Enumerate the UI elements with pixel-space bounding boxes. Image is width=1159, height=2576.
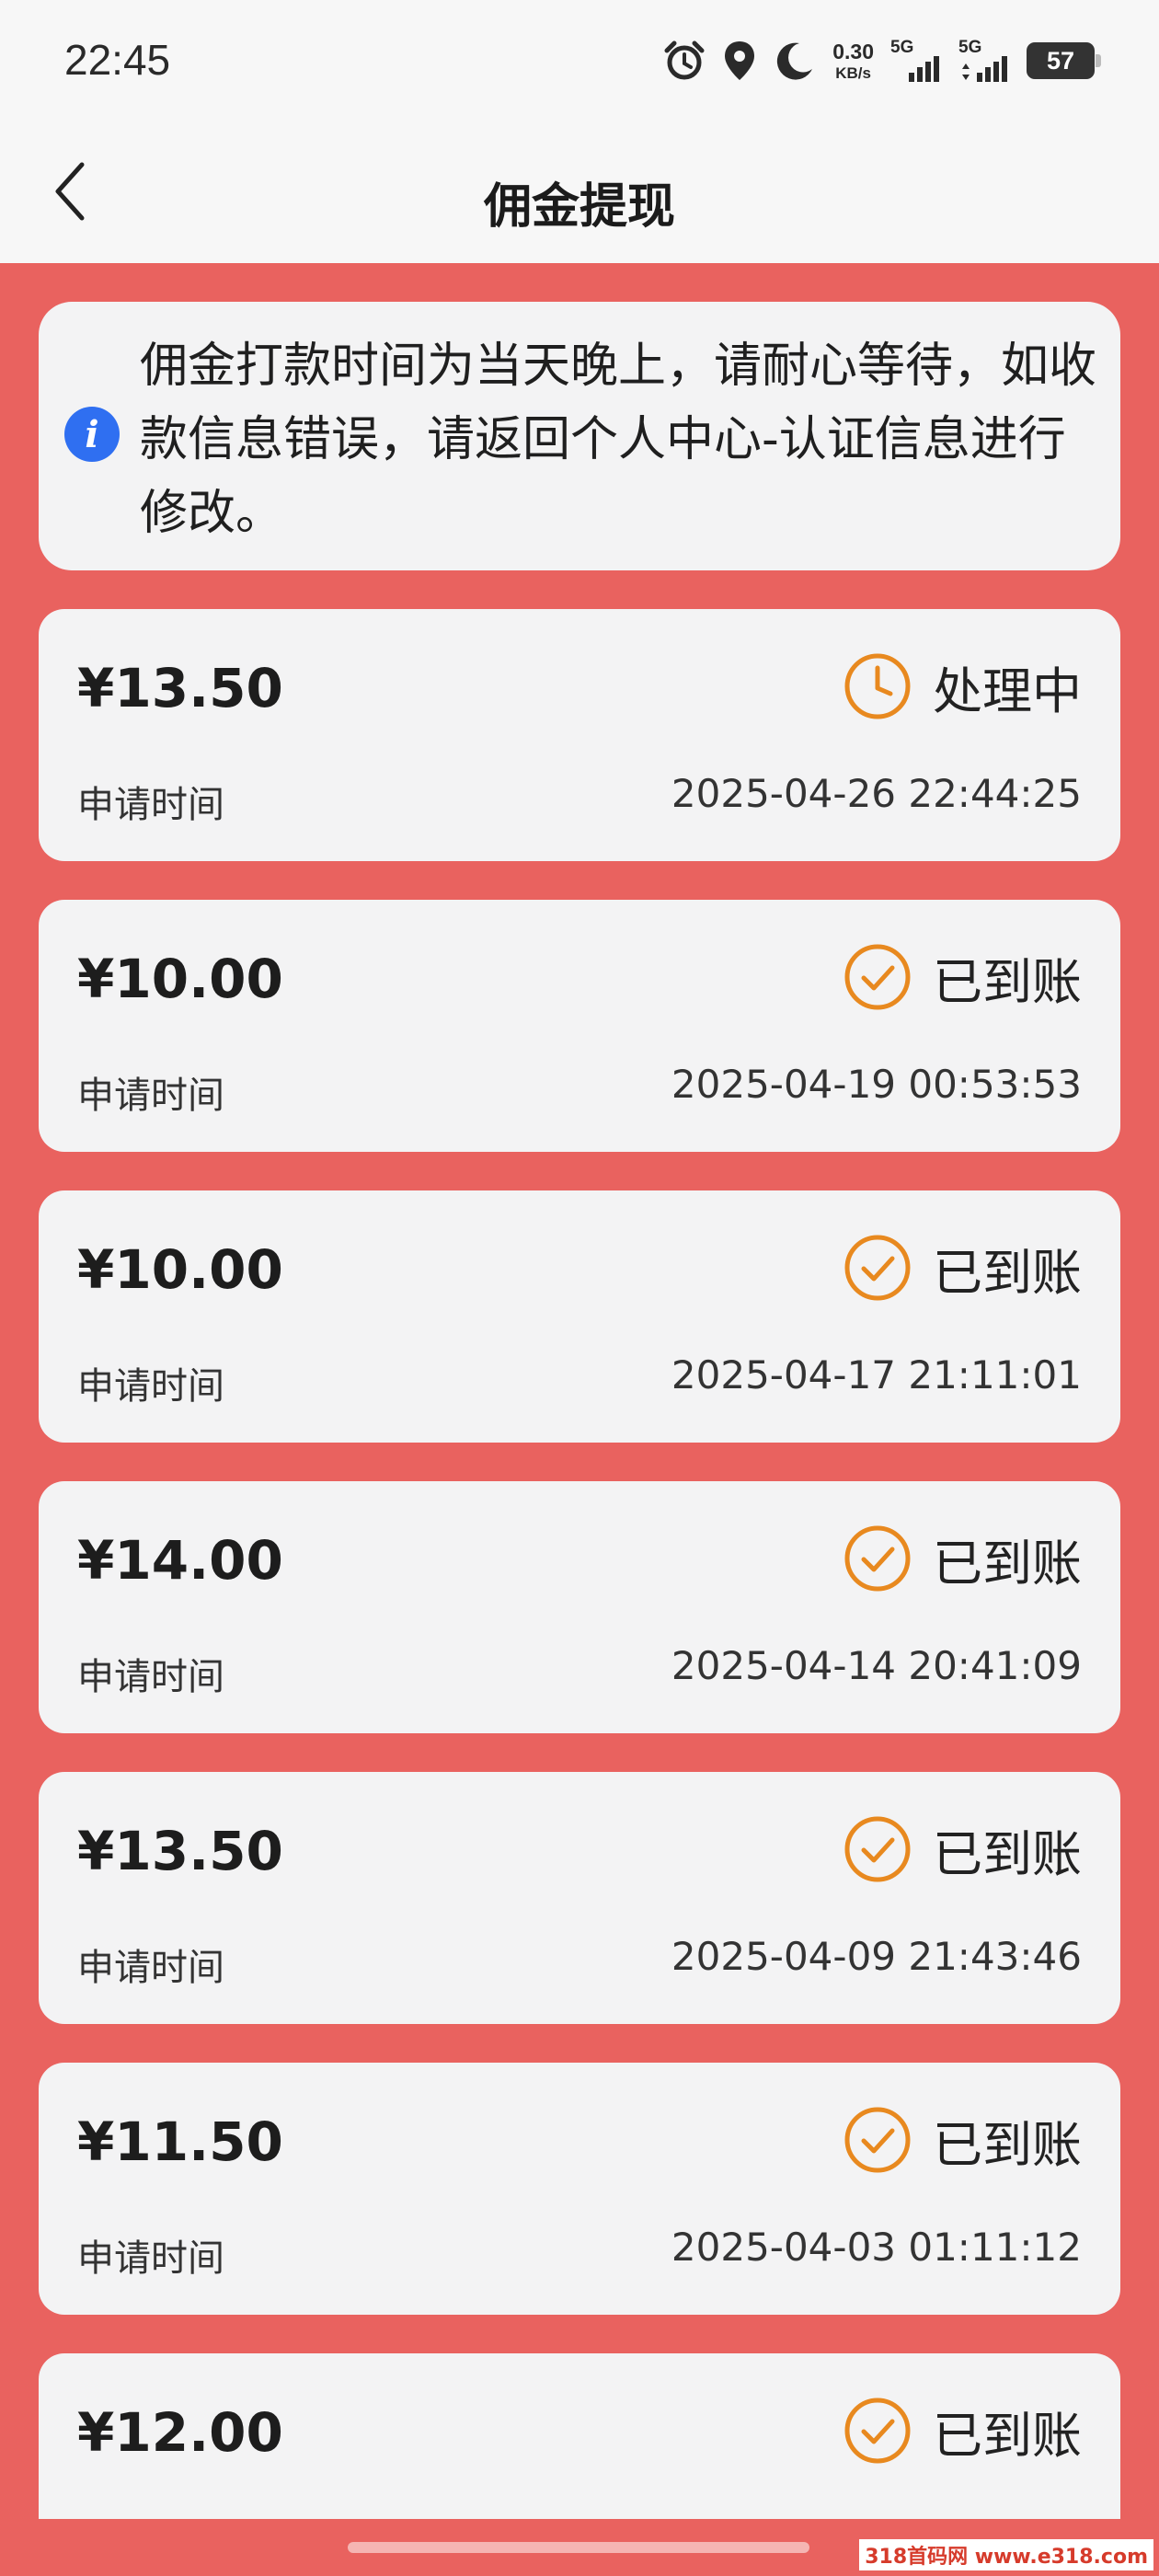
- record-status-text: 已到账: [933, 1243, 1082, 1302]
- withdrawal-record[interactable]: ¥13.50 已到账 申请时间 2025-04-09 21:43:46: [39, 1772, 1120, 2024]
- record-status-text: 已到账: [933, 2406, 1082, 2465]
- check-circle-icon: [843, 942, 912, 1012]
- signal-icon: 5G: [890, 38, 942, 84]
- withdrawal-record[interactable]: ¥10.00 已到账 申请时间 2025-04-19 00:53:53: [39, 900, 1120, 1152]
- alarm-icon: [663, 40, 706, 82]
- status-icons: 0.30 KB/s 5G 5G 57: [663, 33, 1101, 88]
- clock-icon: [843, 651, 912, 721]
- apply-time-label: 申请时间: [77, 2237, 224, 2280]
- location-icon: [722, 40, 757, 82]
- record-amount: ¥12.00: [77, 2401, 283, 2464]
- check-circle-icon: [843, 1814, 912, 1884]
- apply-time-value: 2025-04-09 21:43:46: [671, 1934, 1082, 1979]
- check-circle-icon: [843, 2105, 912, 2175]
- apply-time-value: 2025-04-03 01:11:12: [671, 2225, 1082, 2270]
- apply-time-label: 申请时间: [77, 1365, 224, 1408]
- record-status-text: 已到账: [933, 1534, 1082, 1593]
- notice-banner: i 佣金打款时间为当天晚上，请耐心等待，如收款信息错误，请返回个人中心-认证信息…: [39, 302, 1120, 570]
- status-bar: 22:45 0.30 KB/s 5G 5G 57: [0, 0, 1159, 121]
- record-status-text: 已到账: [933, 952, 1082, 1011]
- apply-time-value: 2025-04-14 20:41:09: [671, 1643, 1082, 1688]
- record-status-text: 已到账: [933, 1824, 1082, 1883]
- apply-time-label: 申请时间: [77, 1656, 224, 1698]
- record-amount: ¥14.00: [77, 1529, 283, 1592]
- record-status: 已到账: [843, 2103, 1082, 2177]
- withdrawal-record[interactable]: ¥13.50 处理中 申请时间 2025-04-26 22:44:25: [39, 609, 1120, 861]
- record-amount: ¥11.50: [77, 2110, 283, 2173]
- moon-icon: [774, 40, 816, 82]
- record-status: 已到账: [843, 2394, 1082, 2467]
- record-status-text: 处理中: [933, 661, 1082, 720]
- record-status: 已到账: [843, 1522, 1082, 1595]
- record-amount: ¥13.50: [77, 657, 283, 719]
- check-circle-icon: [843, 2396, 912, 2466]
- record-status: 已到账: [843, 940, 1082, 1014]
- withdrawal-record[interactable]: ¥12.00 已到账: [39, 2353, 1120, 2519]
- withdrawal-record[interactable]: ¥10.00 已到账 申请时间 2025-04-17 21:11:01: [39, 1190, 1120, 1443]
- apply-time-value: 2025-04-19 00:53:53: [671, 1062, 1082, 1107]
- signal-icon: 5G: [958, 38, 1010, 84]
- record-status: 已到账: [843, 1812, 1082, 1886]
- record-amount: ¥10.00: [77, 948, 283, 1010]
- record-amount: ¥10.00: [77, 1238, 283, 1301]
- watermark: 318首码网 www.e318.com: [859, 2539, 1153, 2570]
- apply-time-label: 申请时间: [77, 784, 224, 826]
- record-amount: ¥13.50: [77, 1820, 283, 1882]
- header: 佣金提现: [0, 121, 1159, 263]
- apply-time-value: 2025-04-26 22:44:25: [671, 771, 1082, 816]
- record-status-text: 已到账: [933, 2115, 1082, 2174]
- net-speed: 0.30 KB/s: [832, 39, 874, 82]
- withdrawal-record[interactable]: ¥14.00 已到账 申请时间 2025-04-14 20:41:09: [39, 1481, 1120, 1733]
- apply-time-label: 申请时间: [77, 1075, 224, 1117]
- battery-icon: 57: [1027, 42, 1101, 79]
- check-circle-icon: [843, 1233, 912, 1303]
- notice-text: 佣金打款时间为当天晚上，请耐心等待，如收款信息错误，请返回个人中心-认证信息进行…: [140, 339, 1097, 541]
- withdrawal-record[interactable]: ¥11.50 已到账 申请时间 2025-04-03 01:11:12: [39, 2063, 1120, 2315]
- info-icon: i: [64, 407, 120, 462]
- apply-time-label: 申请时间: [77, 1947, 224, 1989]
- status-time: 22:45: [64, 36, 171, 84]
- record-status: 已到账: [843, 1231, 1082, 1305]
- apply-time-value: 2025-04-17 21:11:01: [671, 1352, 1082, 1397]
- check-circle-icon: [843, 1524, 912, 1593]
- page-title: 佣金提现: [483, 179, 675, 235]
- record-status: 处理中: [843, 650, 1082, 723]
- home-indicator[interactable]: [348, 2542, 809, 2553]
